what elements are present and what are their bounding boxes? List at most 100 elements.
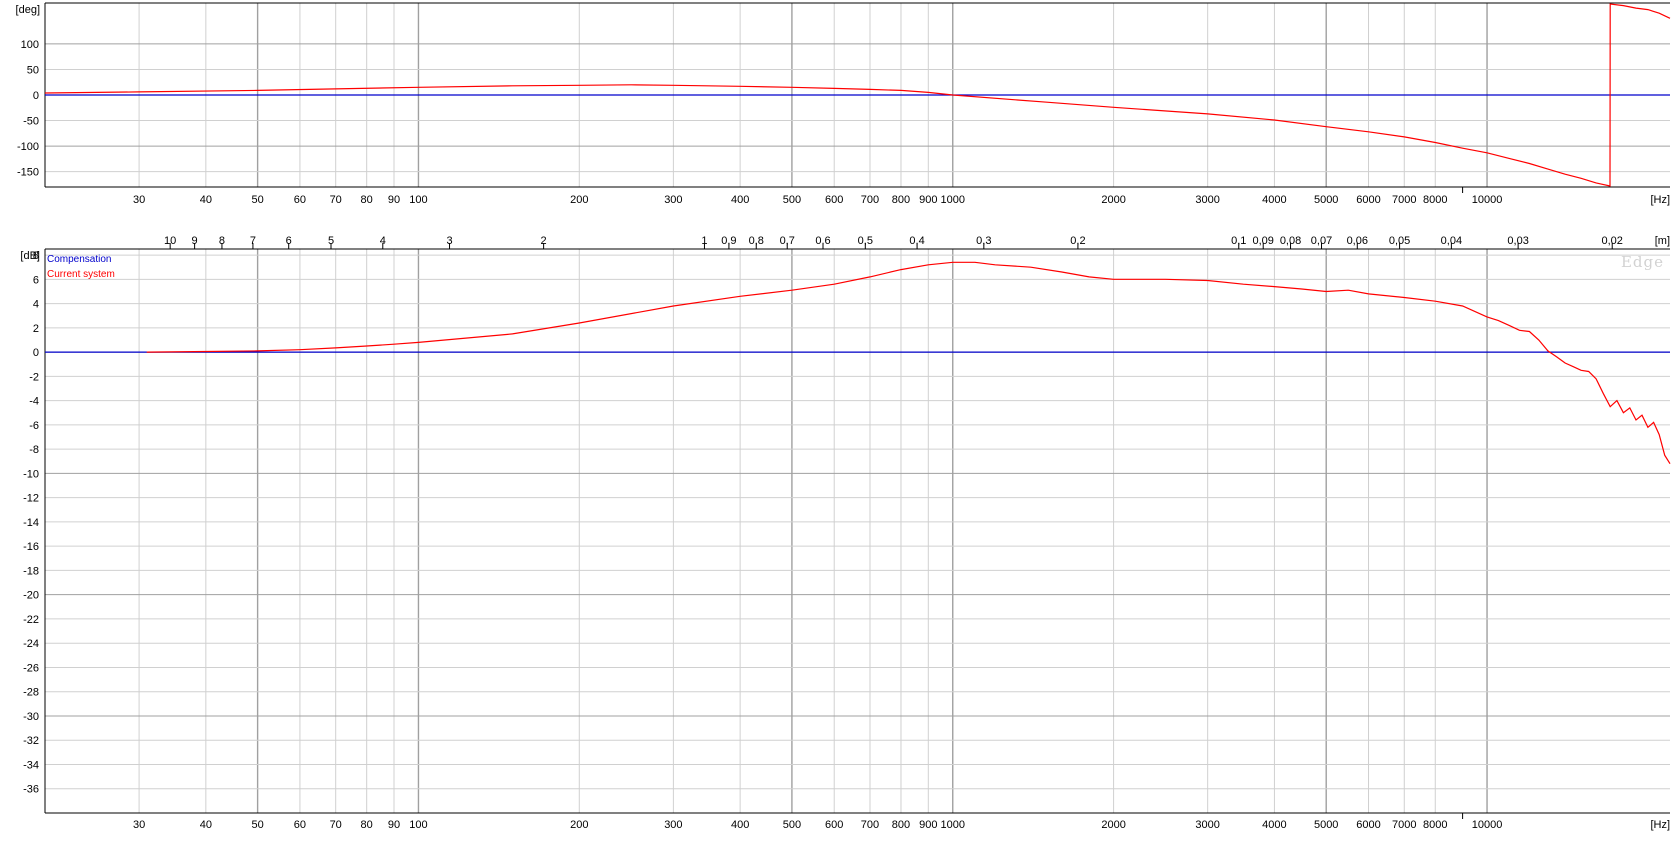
mag-y-tick-label: -6 <box>29 420 39 432</box>
phase-x-tick-label: 700 <box>861 194 879 206</box>
mag-x-tick-label: 10000 <box>1472 819 1503 831</box>
mag-y-tick-label: -8 <box>29 444 39 456</box>
phase-x-tick-label: 80 <box>361 194 373 206</box>
phase-y-tick-label: -100 <box>17 141 39 153</box>
mag-y-tick-label: -36 <box>23 784 39 796</box>
charts-canvas: 30 40 50 60 70 80 90 100 2 0 0 300 400 500 600 700 800 90… <box>16 2 1671 831</box>
mag-x-tick-label: 4000 <box>1262 819 1286 831</box>
distance-tick-label: 0,3 <box>976 235 991 247</box>
phase-y-tick-label: 0 <box>33 90 39 102</box>
mag-x-tick-label: 40 <box>200 819 212 831</box>
phase-x-tick-label: 300 <box>664 194 682 206</box>
phase-x-tick-label: 7000 <box>1392 194 1416 206</box>
mag-freq-unit-label: [Hz] <box>1650 819 1670 831</box>
mag-y-tick-label: -2 <box>29 371 39 383</box>
distance-tick-label: 0,2 <box>1070 235 1085 247</box>
mag-x-tick-label: 600 <box>825 819 843 831</box>
phase-y-tick-label: -150 <box>17 167 39 179</box>
mag-x-tick-label: 70 <box>330 819 342 831</box>
phase-x-tick-label: 40 <box>200 194 212 206</box>
mag-x-tick-label: 500 <box>783 819 801 831</box>
mag-x-tick-label: 800 <box>892 819 910 831</box>
distance-tick-label: 3 <box>446 235 452 247</box>
phase-x-tick-label: 30 <box>133 194 145 206</box>
legend-compensation: Compensation <box>47 254 111 265</box>
distance-unit-label: [m] <box>1655 235 1670 247</box>
mag-y-tick-label: -30 <box>23 711 39 723</box>
distance-tick-label: 0,5 <box>858 235 873 247</box>
edge-watermark: Edge <box>1621 253 1664 271</box>
mag-x-tick-label: 3000 <box>1195 819 1219 831</box>
mag-x-tick-label: 700 <box>861 819 879 831</box>
phase-x-tick-label: 100 <box>409 194 427 206</box>
mag-x-tick-label: 100 <box>409 819 427 831</box>
phase-x-tick-label: 60 <box>294 194 306 206</box>
phase-y-unit-label: [deg] <box>16 4 40 16</box>
phase-x-tick-label: 500 <box>783 194 801 206</box>
mag-y-tick-label: -10 <box>23 468 39 480</box>
mag-y-tick-label: -28 <box>23 687 39 699</box>
mag-y-tick-label: -14 <box>23 517 39 529</box>
distance-tick-label: 0,4 <box>909 235 924 247</box>
mag-x-tick-label: 30 <box>133 819 145 831</box>
phase-x-tick-label: 50 <box>251 194 263 206</box>
distance-tick-label: 0,1 <box>1231 235 1246 247</box>
distance-tick-label: 10 <box>164 235 176 247</box>
distance-tick-label: 6 <box>286 235 292 247</box>
mag-y-tick-label: -24 <box>23 638 39 650</box>
distance-tick-label: 0,03 <box>1507 235 1528 247</box>
mag-y-tick-label: -22 <box>23 614 39 626</box>
mag-y-tick-label: 0 <box>33 347 39 359</box>
mag-x-tick-label: 90 <box>388 819 400 831</box>
phase-x-tick-label: 5000 <box>1314 194 1338 206</box>
mag-y-tick-label: -12 <box>23 493 39 505</box>
distance-tick-label: 5 <box>328 235 334 247</box>
phase-x-tick-label: 4000 <box>1262 194 1286 206</box>
mag-y-tick-label: -32 <box>23 735 39 747</box>
distance-tick-label: 0,07 <box>1311 235 1332 247</box>
mag-x-tick-label: 300 <box>664 819 682 831</box>
mag-y-tick-label: -4 <box>29 396 39 408</box>
distance-tick-label: 0,02 <box>1602 235 1623 247</box>
mag-x-tick-label: 6000 <box>1356 819 1380 831</box>
distance-tick-label: 0,06 <box>1347 235 1368 247</box>
distance-tick-label: 1 <box>701 235 707 247</box>
mag-y-tick-label: -20 <box>23 590 39 602</box>
distance-tick-label: 0,9 <box>721 235 736 247</box>
phase-freq-unit-label: [Hz] <box>1650 194 1670 206</box>
mag-x-tick-label: 1000 <box>941 819 965 831</box>
mag-y-tick-label: 6 <box>33 274 39 286</box>
phase-x-tick-label: 900 <box>919 194 937 206</box>
distance-tick-label: 4 <box>380 235 386 247</box>
mag-y-tick-label: -26 <box>23 662 39 674</box>
phase-x-tick-label: 70 <box>330 194 342 206</box>
distance-tick-label: 0,05 <box>1389 235 1410 247</box>
magnitude-chart[interactable]: 30 40 50 60 70 80 90 100 200 300 400 500 600 700 800 90… <box>23 235 1671 831</box>
mag-x-tick-label: 8000 <box>1423 819 1447 831</box>
mag-y-unit-label: [dB] <box>20 250 40 262</box>
phase-chart[interactable]: 30 40 50 60 70 80 90 100 200 300 400 500 600 700 800 90… <box>17 2 1671 206</box>
phase-x-tick-label: 600 <box>825 194 843 206</box>
phase-y-tick-label: -50 <box>23 116 39 128</box>
phase-x-tick-label: 400 <box>731 194 749 206</box>
distance-tick-label: 0,09 <box>1252 235 1273 247</box>
phase-x-tick-label: 800 <box>892 194 910 206</box>
mag-x-tick-label: 80 <box>361 819 373 831</box>
phase-x-tick-label: 6000 <box>1356 194 1380 206</box>
mag-x-tick-label: 2000 <box>1101 819 1125 831</box>
distance-tick-label: 8 <box>219 235 225 247</box>
distance-tick-label: 2 <box>541 235 547 247</box>
frequency-response-window: 30 40 50 60 70 80 90 100 2 0 0 300 400 500 600 700 800 90… <box>0 0 1673 844</box>
mag-x-tick-label: 50 <box>251 819 263 831</box>
distance-tick-label: 0,6 <box>815 235 830 247</box>
phase-x-tick-label: 2000 <box>1101 194 1125 206</box>
mag-y-tick-label: -34 <box>23 759 39 771</box>
phase-y-tick-label: 50 <box>27 64 39 76</box>
mag-y-tick-label: -18 <box>23 565 39 577</box>
distance-tick-label: 0,04 <box>1441 235 1462 247</box>
mag-y-tick-label: 4 <box>33 299 39 311</box>
mag-y-tick-label: -16 <box>23 541 39 553</box>
phase-x-tick-label: 8000 <box>1423 194 1447 206</box>
legend-current-system: Current system <box>47 269 115 280</box>
mag-x-tick-label: 60 <box>294 819 306 831</box>
